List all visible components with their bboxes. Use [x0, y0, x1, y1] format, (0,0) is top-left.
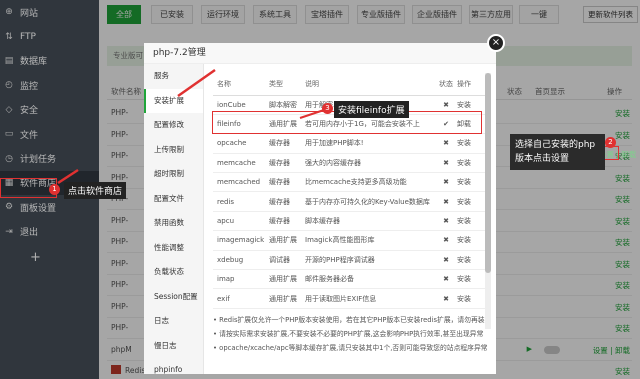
modal-menu-item[interactable]: Session配置 [144, 285, 203, 310]
store-highlight-box [0, 178, 57, 198]
extension-row: opcache 缓存器 用于加速PHP脚本! ✖ 安装 [213, 133, 485, 154]
extension-status: ✖ [435, 211, 457, 232]
extension-type: 通用扩展 [269, 269, 305, 290]
note-item: • Redis扩展仅允许一个PHP版本安装使用，若在其它PHP版本已安装redi… [213, 316, 485, 324]
extension-action[interactable]: 安装 [457, 191, 485, 212]
modal-menu-item[interactable]: 负载状态 [144, 260, 203, 285]
extension-action[interactable]: 安装 [457, 153, 485, 174]
col-desc: 说明 [305, 73, 435, 96]
extension-status: ✖ [435, 250, 457, 271]
extension-type: 缓存器 [269, 172, 305, 193]
extension-status: ✖ [435, 191, 457, 212]
extension-action[interactable]: 安装 [457, 250, 485, 271]
extension-description: 用于加速PHP脚本! [305, 133, 435, 154]
extension-name: memcached [213, 172, 269, 193]
step-3-label: 安装fileinfo扩展 [334, 101, 409, 118]
extension-description: 强大的内容缓存器 [305, 153, 435, 174]
extension-row: memcached 缓存器 比memcache支持更多高级功能 ✖ 安装 [213, 172, 485, 193]
modal-menu-item[interactable]: 超时限制 [144, 162, 203, 187]
col-action: 操作 [457, 73, 485, 96]
step-2-badge: 2 [605, 137, 616, 148]
extension-status: ✖ [435, 133, 457, 154]
modal-menu: 服务 安装扩展 配置修改 上传限制 超时限制 配置文件 禁用函数 性能调整 负载状态 Sessio… [144, 64, 204, 374]
modal-menu-item[interactable]: 服务 [144, 64, 203, 89]
extension-description: 脚本缓存器 [305, 211, 435, 232]
extension-type: 调试器 [269, 250, 305, 271]
note-item: • 请按实际需求安装扩展,不要安装不必要的PHP扩展,这会影响PHP执行效率,甚… [213, 330, 484, 338]
extension-type: 通用扩展 [269, 230, 305, 251]
extension-description: Imagick高性能图形库 [305, 230, 435, 251]
extension-row: xdebug 调试器 开源的PHP程序调试器 ✖ 安装 [213, 250, 485, 271]
extension-row: exif 通用扩展 用于读取图片EXIF信息 ✖ 安装 [213, 288, 485, 309]
extensions-header-row: 名称 类型 说明 状态 操作 [213, 73, 485, 96]
modal-menu-item[interactable]: 日志 [144, 309, 203, 334]
extension-row: redis 缓存器 基于内存亦可持久化的Key-Value数据库 ✖ 安装 [213, 191, 485, 212]
overlay-shade-top [99, 0, 640, 32]
step-3-badge: 3 [322, 103, 333, 114]
extension-status: ✖ [435, 172, 457, 193]
extension-action[interactable]: 安装 [457, 269, 485, 290]
extension-type: 通用扩展 [269, 288, 305, 309]
extension-type: 缓存器 [269, 211, 305, 232]
modal-menu-item[interactable]: 慢日志 [144, 334, 203, 359]
modal-menu-item[interactable]: 上传限制 [144, 138, 203, 163]
extension-status: ✖ [435, 288, 457, 309]
extension-row: imap 通用扩展 邮件服务器必备 ✖ 安装 [213, 269, 485, 290]
extension-name: imap [213, 269, 269, 290]
step-1-label: 点击软件商店 [64, 182, 127, 199]
table-scrollbar[interactable] [485, 73, 491, 329]
extension-description: 用于读取图片EXIF信息 [305, 288, 435, 309]
extension-row: apcu 缓存器 脚本缓存器 ✖ 安装 [213, 211, 485, 232]
extension-name: redis [213, 191, 269, 212]
note-item: • opcache/xcache/apc等脚本缓存扩展,请只安装其中1个,否则可… [213, 344, 488, 352]
extension-name: xdebug [213, 250, 269, 271]
modal-menu-item[interactable]: 安装扩展 [144, 88, 203, 113]
close-icon[interactable]: × [487, 34, 505, 52]
scrollbar-thumb[interactable] [485, 73, 491, 273]
modal-menu-item[interactable]: 禁用函数 [144, 211, 203, 236]
extension-name: memcache [213, 153, 269, 174]
col-type: 类型 [269, 73, 305, 96]
extension-status: ✖ [435, 153, 457, 174]
extension-action[interactable]: 安装 [457, 288, 485, 309]
extension-status: ✖ [435, 230, 457, 251]
extension-row: memcache 缓存器 强大的内容缓存器 ✖ 安装 [213, 153, 485, 174]
extension-name: imagemagick [213, 230, 269, 251]
extension-name: opcache [213, 133, 269, 154]
modal-menu-item[interactable]: 性能调整 [144, 236, 203, 261]
modal-menu-item[interactable]: phpinfo [144, 358, 203, 379]
extension-row: imagemagick 通用扩展 Imagick高性能图形库 ✖ 安装 [213, 230, 485, 251]
extension-status: ✖ [435, 269, 457, 290]
modal-menu-item[interactable]: 配置修改 [144, 113, 203, 138]
col-status: 状态 [435, 73, 457, 96]
php-manager-modal: php-7.2管理 服务 安装扩展 配置修改 上传限制 超时限制 配置文件 禁用函数 性能调整… [144, 43, 496, 374]
modal-menu-item[interactable]: 配置文件 [144, 187, 203, 212]
extension-type: 缓存器 [269, 153, 305, 174]
extension-action[interactable]: 安装 [457, 230, 485, 251]
modal-title: php-7.2管理 [144, 43, 496, 64]
col-name: 名称 [213, 73, 269, 96]
extension-type: 缓存器 [269, 191, 305, 212]
extension-name: apcu [213, 211, 269, 232]
step-2-label: 选择自己安装的php版本点击设置 [510, 134, 605, 170]
extension-name: exif [213, 288, 269, 309]
extension-description: 开源的PHP程序调试器 [305, 250, 435, 271]
extension-action[interactable]: 安装 [457, 211, 485, 232]
extension-action[interactable]: 安装 [457, 133, 485, 154]
extension-description: 基于内存亦可持久化的Key-Value数据库 [305, 191, 435, 212]
extension-action[interactable]: 安装 [457, 172, 485, 193]
notes-list: • Redis扩展仅允许一个PHP版本安装使用，若在其它PHP版本已安装redi… [213, 313, 493, 355]
extension-type: 缓存器 [269, 133, 305, 154]
extension-description: 邮件服务器必备 [305, 269, 435, 290]
extension-description: 比memcache支持更多高级功能 [305, 172, 435, 193]
